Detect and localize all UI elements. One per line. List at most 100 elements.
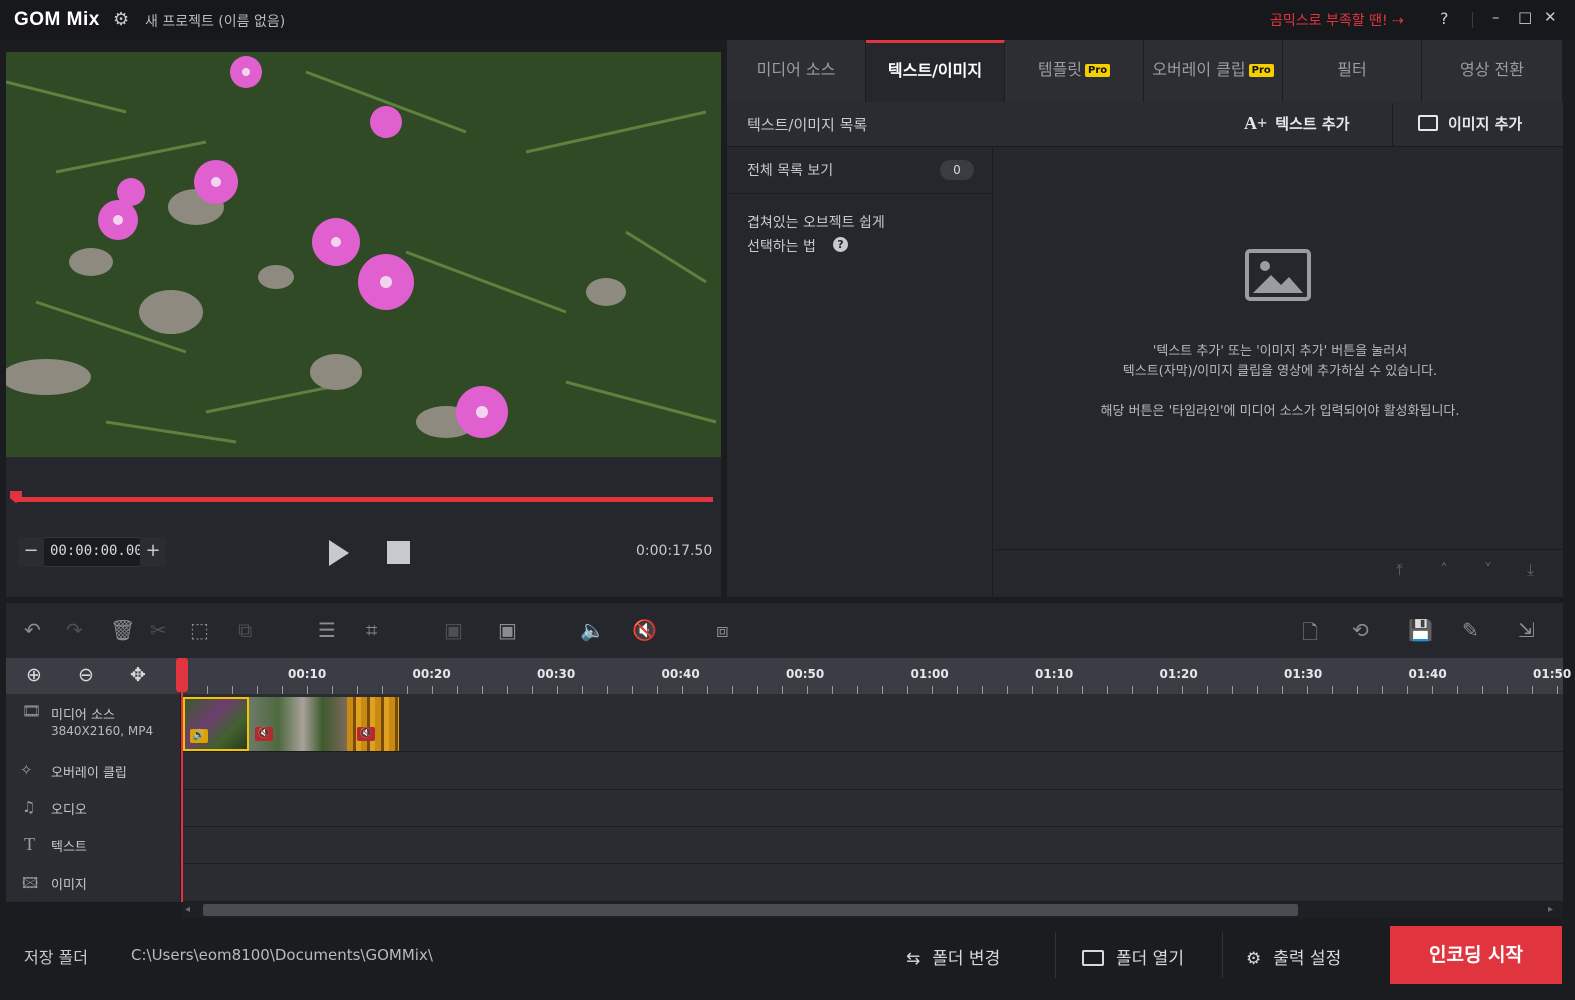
start-encoding-button[interactable]: 인코딩 시작 [1390, 926, 1562, 984]
track-name: 오버레이 클립 [51, 766, 127, 781]
image-insert-right-icon[interactable]: ▣ [498, 618, 517, 642]
list-title: 텍스트/이미지 목록 [747, 116, 868, 134]
track-media-info: 3840X2160, MP4 [51, 724, 154, 738]
tab-label: 오버레이 클립 [1152, 60, 1246, 79]
fit-timeline-icon[interactable]: ✥ [130, 664, 146, 686]
move-to-top-icon[interactable]: ⤒ [1396, 560, 1403, 580]
tab-6[interactable]: 영상 전환 [1422, 40, 1563, 102]
tab-3[interactable]: 템플릿 Pro [1005, 40, 1144, 102]
bottom-divider [1055, 932, 1056, 978]
title-divider [1472, 12, 1473, 28]
export-icon[interactable]: ⇲ [1518, 618, 1535, 642]
ruler-tick-label: 01:40 [1408, 667, 1447, 681]
audio-on-icon: 🔊 [190, 729, 208, 743]
close-button[interactable]: ✕ [1544, 8, 1557, 26]
crop-icon[interactable]: ⌗ [366, 618, 377, 642]
split-select-icon[interactable]: ⧉ [238, 618, 252, 642]
tab-2[interactable]: 텍스트/이미지 [866, 40, 1005, 102]
timecode-decrement-button[interactable]: − [18, 537, 44, 567]
folder-icon [1082, 950, 1104, 966]
empty-image-icon [1245, 249, 1311, 301]
volume-icon[interactable]: 🔈 [580, 618, 605, 642]
text-track[interactable] [6, 827, 1563, 864]
ruler-tick-label: 00:40 [661, 667, 700, 681]
delete-icon[interactable]: 🗑 [110, 618, 135, 642]
tab-1[interactable]: 미디어 소스 [727, 40, 866, 102]
track-name: 미디어 소스 [51, 708, 115, 723]
image-track[interactable] [6, 864, 1563, 902]
change-folder-label: 폴더 변경 [932, 949, 1001, 969]
seek-bar[interactable] [16, 497, 713, 502]
move-down-icon[interactable]: ˅ [1484, 560, 1492, 579]
output-settings-button[interactable]: ⚙ 출력 설정 [1246, 944, 1341, 969]
minimize-button[interactable]: – [1492, 8, 1500, 26]
change-folder-icon: ⇆ [906, 949, 921, 969]
media-clip-selected[interactable]: 🔊 [183, 697, 249, 751]
ruler-tick-label: 01:10 [1035, 667, 1074, 681]
track-name: 텍스트 [51, 840, 87, 855]
screen-capture-icon[interactable]: ⧈ [716, 618, 729, 642]
change-folder-button[interactable]: ⇆ 폴더 변경 [906, 944, 1000, 969]
media-clip[interactable]: 🔇 [249, 697, 347, 751]
pro-badge: Pro [1085, 64, 1111, 77]
playhead-handle[interactable] [176, 658, 188, 692]
zoom-in-icon[interactable]: ⊕ [26, 664, 42, 686]
output-settings-icon: ⚙ [1246, 949, 1262, 969]
question-icon[interactable]: ? [833, 237, 848, 252]
select-area-icon[interactable]: ⬚ [190, 618, 209, 642]
save-folder-path: C:\Users\eom8100\Documents\GOMMix\ [131, 946, 433, 964]
tab-4[interactable]: 오버레이 클립 Pro [1144, 40, 1283, 102]
media-clip[interactable]: 🔇 [347, 697, 399, 751]
scrollbar-thumb[interactable] [203, 904, 1298, 916]
audio-track[interactable] [6, 790, 1563, 827]
promo-link[interactable]: 곰믹스로 부족할 땐! ⇢ [1270, 10, 1404, 30]
tip-text-line2[interactable]: 선택하는 법 [747, 236, 816, 256]
adjust-sliders-icon[interactable]: ☰ [318, 618, 336, 642]
ruler-tick-label: 01:30 [1284, 667, 1323, 681]
playhead-line[interactable] [181, 692, 183, 902]
image-insert-left-icon[interactable]: ▣ [444, 618, 463, 642]
media-source-track-header: 🎞 미디어 소스 3840X2160, MP4 [6, 694, 181, 752]
order-controls-bar [994, 549, 1563, 597]
view-all-label[interactable]: 전체 목록 보기 [747, 160, 833, 180]
add-text-button[interactable]: A+ 텍스트 추가 [1244, 113, 1350, 134]
overlay-clip-track[interactable] [6, 752, 1563, 790]
cut-icon[interactable]: ✂ [150, 618, 167, 642]
undo-icon[interactable]: ↶ [24, 618, 41, 642]
tip-text-line1[interactable]: 겹쳐있는 오브젝트 쉽게 [747, 212, 885, 232]
scroll-left-icon[interactable]: ◂ [185, 904, 190, 915]
save-icon[interactable]: 💾 [1408, 618, 1433, 642]
move-to-bottom-icon[interactable]: ⤓ [1527, 560, 1534, 580]
save-as-icon[interactable]: ✎ [1462, 618, 1479, 642]
image-icon: 🖾 [22, 874, 39, 892]
redo-icon[interactable]: ↷ [66, 618, 83, 642]
film-icon: 🎞 [22, 702, 42, 720]
tab-5[interactable]: 필터 [1283, 40, 1422, 102]
add-image-button[interactable]: 이미지 추가 [1418, 113, 1522, 134]
timecode-value[interactable]: 00:00:00.00 [50, 543, 143, 559]
settings-gear-icon[interactable]: ⚙ [113, 9, 129, 30]
add-text-icon: A+ [1244, 113, 1268, 133]
maximize-button[interactable]: □ [1518, 8, 1532, 26]
track-name: 오디오 [51, 803, 87, 818]
help-button[interactable]: ? [1440, 9, 1449, 28]
mute-icon[interactable]: 🔇 [632, 618, 657, 642]
ruler-tick-label: 01:20 [1159, 667, 1198, 681]
stop-icon[interactable] [387, 541, 410, 564]
total-duration: 0:00:17.50 [636, 543, 713, 559]
app-logo: GOM Mix [14, 9, 100, 30]
open-folder-label: 폴더 열기 [1116, 949, 1184, 969]
scroll-right-icon[interactable]: ▸ [1548, 904, 1553, 915]
timecode-increment-button[interactable]: + [140, 537, 166, 567]
open-folder-button[interactable]: 폴더 열기 [1082, 944, 1184, 969]
ruler-tick-label: 00:50 [786, 667, 825, 681]
empty-message-line1: '텍스트 추가' 또는 '이미지 추가' 버튼을 눌러서 [1152, 344, 1408, 359]
move-up-icon[interactable]: ˄ [1440, 560, 1448, 579]
image-placeholder-glyph [1253, 261, 1303, 293]
zoom-out-icon[interactable]: ⊖ [78, 664, 94, 686]
open-recent-icon[interactable]: ⟲ [1352, 618, 1369, 642]
new-project-icon[interactable]: 🗋 [1302, 618, 1318, 652]
play-icon[interactable] [329, 540, 349, 566]
output-settings-label: 출력 설정 [1273, 949, 1342, 969]
ruler-tick-label: 00:30 [537, 667, 576, 681]
